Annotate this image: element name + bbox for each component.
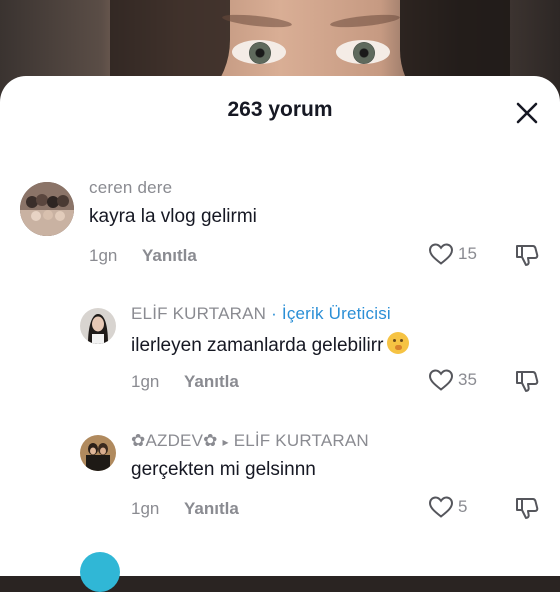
dislike-icon — [516, 498, 539, 519]
like-count: 15 — [458, 244, 477, 263]
comment-text: gerçekten mi gelsinnn — [131, 459, 316, 480]
reply-arrow-icon: ▸ — [222, 435, 229, 449]
reply-to-username[interactable]: ELİF KURTARAN — [234, 431, 369, 450]
comment-count-title: 263 yorum — [227, 98, 333, 121]
reply-button[interactable]: Yanıtla — [142, 246, 197, 266]
like-button[interactable]: 15 — [428, 242, 477, 266]
dislike-button[interactable] — [514, 495, 540, 526]
dislike-icon — [516, 245, 539, 266]
comment-text: kayra la vlog gelirmi — [89, 206, 257, 227]
comment-username[interactable]: ceren dere — [89, 178, 172, 198]
like-button[interactable]: 35 — [428, 368, 477, 392]
close-icon — [516, 102, 538, 124]
creator-username[interactable]: ELİF KURTARAN — [131, 304, 266, 323]
avatar[interactable] — [80, 435, 116, 471]
comment-time: 1gn — [131, 372, 160, 391]
comment-time: 1gn — [131, 499, 160, 518]
avatar[interactable] — [80, 552, 120, 592]
avatar[interactable] — [80, 308, 116, 344]
heart-icon — [428, 496, 454, 518]
like-count: 5 — [458, 497, 468, 516]
dislike-button[interactable] — [514, 368, 540, 399]
like-count: 35 — [458, 370, 477, 389]
heart-icon — [428, 369, 454, 391]
reply-button[interactable]: Yanıtla — [184, 499, 239, 519]
dislike-icon — [516, 371, 539, 392]
comment-time: 1gn — [89, 246, 118, 265]
creator-badge: İçerik Üreticisi — [281, 304, 391, 323]
dislike-button[interactable] — [514, 242, 540, 273]
comment-username: ✿AZDEV✿ ▸ ELİF KURTARAN — [131, 431, 369, 451]
shushing-face-emoji — [387, 332, 410, 354]
reply-username[interactable]: ✿AZDEV✿ — [131, 431, 218, 450]
heart-icon — [428, 243, 454, 265]
comments-sheet: 263 yorum ceren dere kayra la vlog gelir… — [0, 76, 560, 592]
reply-button[interactable]: Yanıtla — [184, 372, 239, 392]
comment-username: ELİF KURTARAN · İçerik Üreticisi — [131, 304, 391, 323]
comment-text: ilerleyen zamanlarda gelebilirr — [131, 332, 410, 357]
like-button[interactable]: 5 — [428, 495, 467, 519]
avatar[interactable] — [20, 182, 74, 236]
close-button[interactable] — [512, 98, 542, 128]
